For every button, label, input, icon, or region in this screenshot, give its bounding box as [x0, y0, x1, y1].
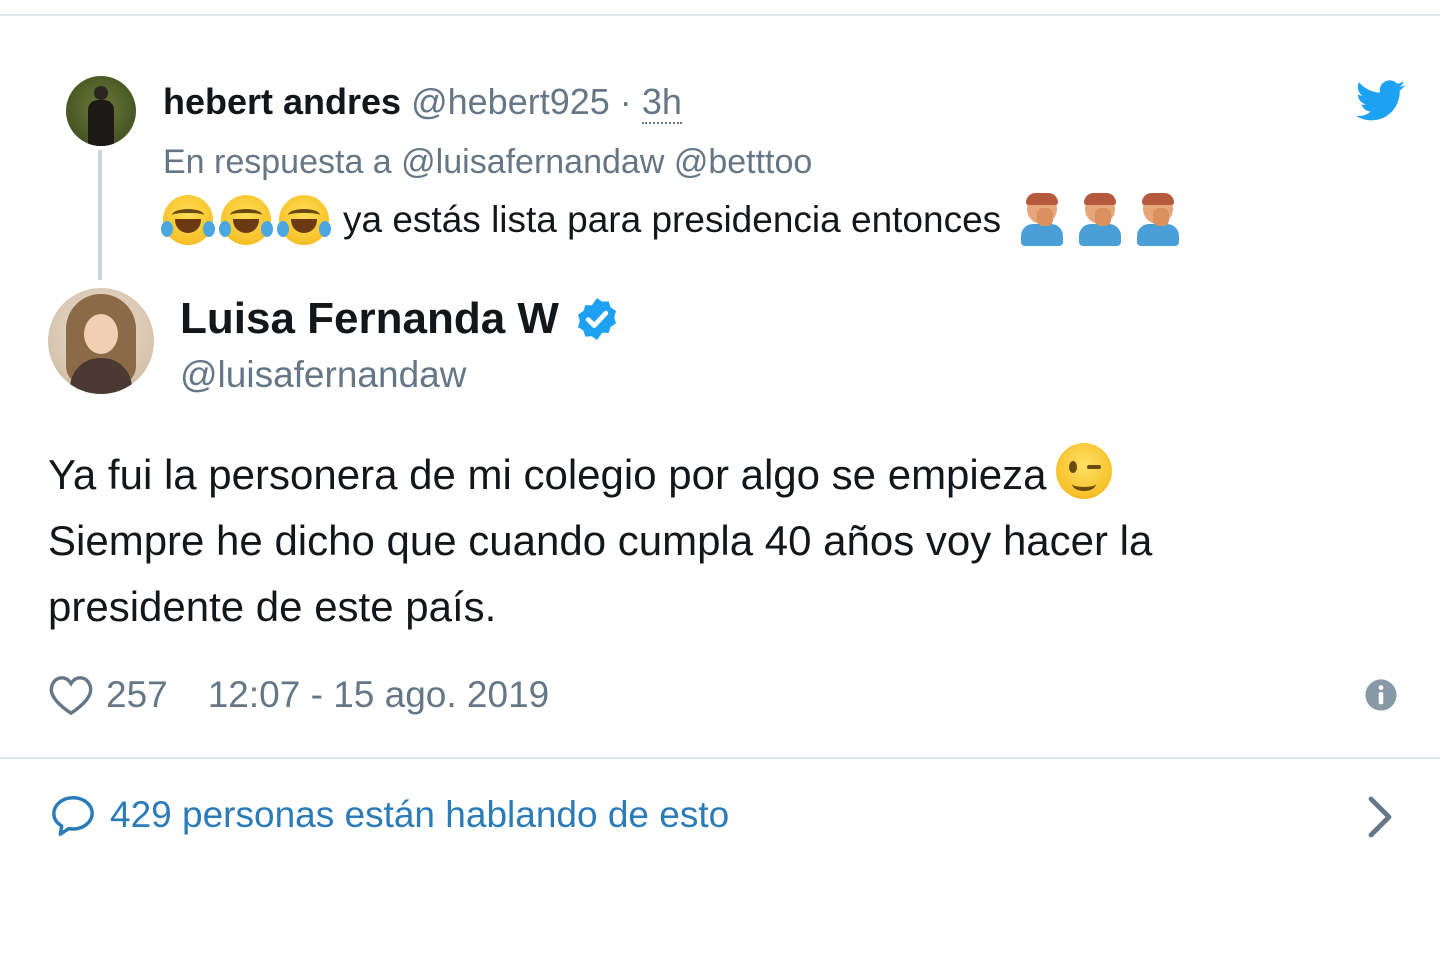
main-author-row: Luisa Fernanda W: [180, 292, 621, 346]
main-tweet-text: Ya fui la personera de mi colegio por al…: [48, 442, 1368, 640]
parent-handle[interactable]: @hebert925: [411, 81, 610, 122]
tweet-line-1-text: Ya fui la personera de mi colegio por al…: [48, 451, 1047, 498]
tweet-line-2: Siempre he dicho que cuando cumpla 40 añ…: [48, 517, 1153, 564]
tweet-meta-row: 257 12:07 - 15 ago. 2019: [48, 670, 549, 720]
reply-context: En respuesta a @luisafernandaw @betttoo: [163, 140, 812, 184]
heart-icon[interactable]: [48, 674, 94, 716]
tweet-line-3: presidente de este país.: [48, 583, 497, 630]
conversation-link[interactable]: 429 personas están hablando de esto: [50, 790, 729, 840]
main-display-name[interactable]: Luisa Fernanda W: [180, 292, 559, 346]
thread-connector-line: [98, 150, 102, 280]
facepalm-emoji-icon: [1019, 193, 1065, 246]
parent-tweet-text: ya estás lista para presidencia entonces: [161, 193, 1193, 246]
twitter-bird-icon[interactable]: [1356, 80, 1406, 122]
parent-timestamp[interactable]: 3h: [641, 81, 682, 124]
verified-badge-icon: [577, 298, 616, 340]
reply-prefix: En respuesta a: [163, 143, 392, 181]
tears-of-joy-emoji-icon: [219, 195, 273, 245]
parent-avatar[interactable]: [66, 76, 136, 146]
tears-of-joy-emoji-icon: [277, 195, 331, 245]
main-avatar[interactable]: [48, 288, 154, 394]
winking-face-emoji-icon: [1056, 443, 1113, 499]
reply-mention-luisafernandaw[interactable]: @luisafernandaw: [401, 143, 664, 181]
facepalm-emoji-icon: [1077, 193, 1123, 246]
comment-icon: [52, 796, 94, 836]
tweet-line-1: Ya fui la personera de mi colegio por al…: [48, 442, 1368, 508]
facepalm-emoji-icon: [1135, 193, 1181, 246]
parent-tweet-body: ya estás lista para presidencia entonces: [343, 199, 1002, 240]
chevron-right-icon[interactable]: [1364, 795, 1394, 839]
top-divider: [0, 14, 1440, 16]
conversation-label: 429 personas están hablando de esto: [110, 794, 730, 835]
reply-mention-betttoo[interactable]: @betttoo: [674, 143, 813, 181]
info-icon[interactable]: [1364, 678, 1398, 712]
section-divider: [0, 757, 1440, 759]
main-handle[interactable]: @luisafernandaw: [180, 352, 466, 398]
tweet-timestamp[interactable]: 12:07 - 15 ago. 2019: [208, 670, 550, 720]
tears-of-joy-emoji-icon: [161, 195, 215, 245]
parent-tweet-header: hebert andres @hebert925 · 3h: [163, 80, 682, 124]
parent-display-name[interactable]: hebert andres: [163, 81, 401, 122]
header-separator: ·: [619, 81, 632, 122]
like-count[interactable]: 257: [106, 670, 168, 720]
